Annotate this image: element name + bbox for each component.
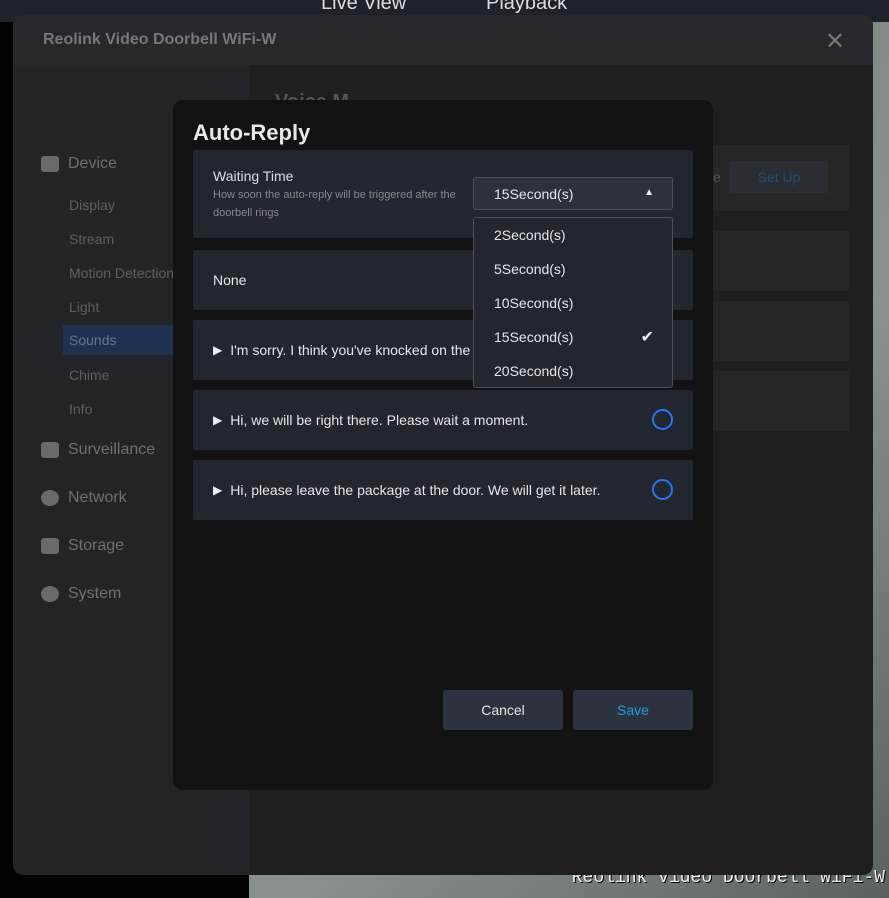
play-icon[interactable]: ▶ xyxy=(213,343,222,357)
sidebar-label: Network xyxy=(68,489,127,506)
window-title: Reolink Video Doorbell WiFi-W xyxy=(13,15,873,65)
sidebar-label: Storage xyxy=(68,537,125,554)
save-button[interactable]: Save xyxy=(573,690,693,730)
sidebar-item-light[interactable]: Light xyxy=(69,299,99,315)
sidebar-item-device[interactable]: Device xyxy=(41,155,117,173)
waiting-time-dropdown: 2Second(s) 5Second(s) 10Second(s) 15Seco… xyxy=(473,217,673,388)
cancel-button[interactable]: Cancel xyxy=(443,690,563,730)
sidebar-label: Device xyxy=(68,155,117,172)
reply-option[interactable]: ▶ Hi, please leave the package at the doo… xyxy=(193,460,693,520)
sidebar-label: System xyxy=(68,585,122,602)
reply-label: I'm sorry. I think you've knocked on the xyxy=(230,342,471,358)
selected-value: 15Second(s) xyxy=(494,186,574,202)
play-icon[interactable]: ▶ xyxy=(213,483,222,497)
reply-label: Hi, please leave the package at the door… xyxy=(230,482,601,498)
bg-card: e Set Up xyxy=(713,145,849,211)
sidebar-item-storage[interactable]: Storage xyxy=(41,537,124,555)
gear-icon xyxy=(41,586,59,602)
sidebar-item-surveillance[interactable]: Surveillance xyxy=(41,441,155,459)
sidebar-item-motion-detection[interactable]: Motion Detection xyxy=(69,265,174,281)
reply-label: None xyxy=(213,272,247,288)
setup-button[interactable]: Set Up xyxy=(730,161,828,193)
sidebar-item-system[interactable]: System xyxy=(41,585,121,603)
bg-card xyxy=(713,371,849,431)
chevron-up-icon: ▲ xyxy=(644,187,654,198)
sidebar-item-chime[interactable]: Chime xyxy=(69,367,109,383)
reply-label: Hi, we will be right there. Please wait … xyxy=(230,412,529,428)
sidebar-item-display[interactable]: Display xyxy=(69,197,115,213)
close-icon[interactable]: ✕ xyxy=(825,27,845,56)
bg-card xyxy=(713,231,849,291)
bg-card xyxy=(713,301,849,361)
camera-icon xyxy=(41,156,59,172)
dropdown-option[interactable]: 2Second(s) xyxy=(474,218,672,252)
disk-icon xyxy=(41,538,59,554)
reply-option[interactable]: ▶ Hi, we will be right there. Please wait… xyxy=(193,390,693,450)
dropdown-option[interactable]: 5Second(s) xyxy=(474,252,672,286)
monitor-icon xyxy=(41,442,59,458)
play-icon[interactable]: ▶ xyxy=(213,413,222,427)
radio-button[interactable] xyxy=(652,479,673,500)
bg-text: e xyxy=(713,169,721,185)
sidebar-item-info[interactable]: Info xyxy=(69,401,92,417)
dialog-title: Auto-Reply xyxy=(193,120,311,145)
radio-button[interactable] xyxy=(652,409,673,430)
auto-reply-dialog: Auto-Reply Waiting Time How soon the aut… xyxy=(173,100,713,790)
check-icon: ✔ xyxy=(640,329,654,346)
dropdown-option-selected[interactable]: 15Second(s) ✔ xyxy=(474,320,672,354)
dropdown-option[interactable]: 20Second(s) xyxy=(474,354,672,388)
sidebar-item-network[interactable]: Network xyxy=(41,489,127,507)
dropdown-option[interactable]: 10Second(s) xyxy=(474,286,672,320)
waiting-time-description: How soon the auto-reply will be triggere… xyxy=(213,189,456,219)
waiting-time-select[interactable]: 15Second(s) ▲ xyxy=(473,177,673,210)
option-label: 15Second(s) xyxy=(494,329,574,345)
globe-icon xyxy=(41,490,59,506)
sidebar-label: Surveillance xyxy=(68,441,156,458)
sidebar-item-stream[interactable]: Stream xyxy=(69,231,114,247)
tab-playback[interactable]: Playback xyxy=(486,0,567,15)
waiting-time-label: Waiting Time xyxy=(213,168,294,184)
